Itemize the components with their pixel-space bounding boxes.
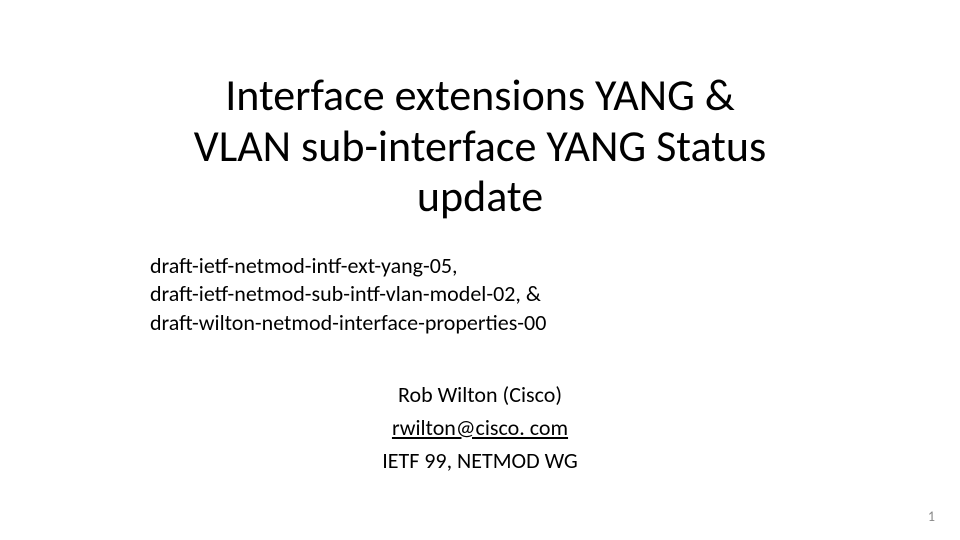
slide-title: Interface extensions YANG & VLAN sub-int… [100, 70, 860, 222]
page-number: 1 [928, 508, 935, 525]
draft-line-2: draft-ietf-netmod-sub-intf-vlan-model-02… [150, 280, 860, 309]
venue: IETF 99, NETMOD WG [100, 444, 860, 477]
author-name: Rob Wilton (Cisco) [100, 378, 860, 411]
author-email: rwilton@cisco. com [100, 411, 860, 444]
slide-container: Interface extensions YANG & VLAN sub-int… [0, 0, 960, 540]
author-block: Rob Wilton (Cisco) rwilton@cisco. com IE… [100, 378, 860, 477]
draft-line-3: draft-wilton-netmod-interface-properties… [150, 309, 860, 338]
draft-list: draft-ietf-netmod-intf-ext-yang-05, draf… [150, 252, 860, 338]
draft-line-1: draft-ietf-netmod-intf-ext-yang-05, [150, 252, 860, 281]
